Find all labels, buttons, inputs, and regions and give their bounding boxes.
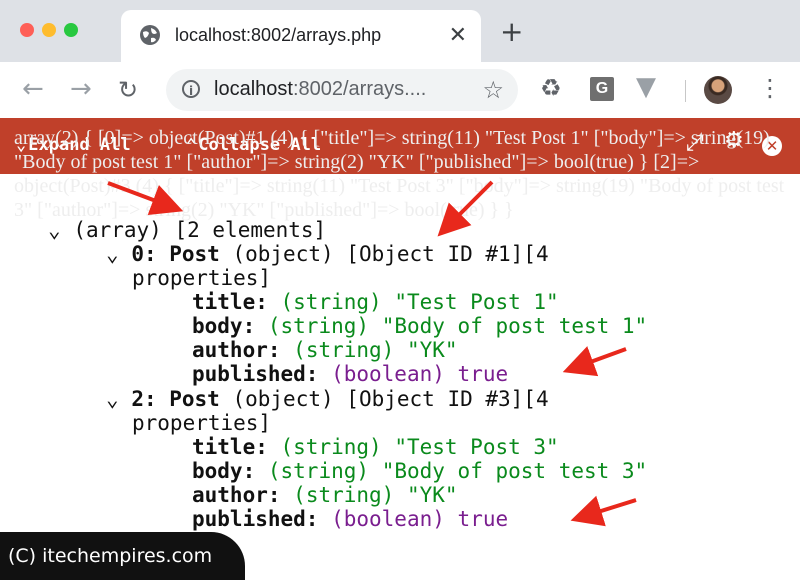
arrow-to-object-id: [437, 180, 494, 237]
watermark: (C) itechempires.com: [0, 532, 245, 580]
arrow-to-element-count: [107, 181, 184, 215]
annotation-arrows: [107, 180, 637, 527]
arrow-to-boolean-2: [570, 495, 637, 527]
arrow-to-boolean-1: [562, 346, 627, 377]
